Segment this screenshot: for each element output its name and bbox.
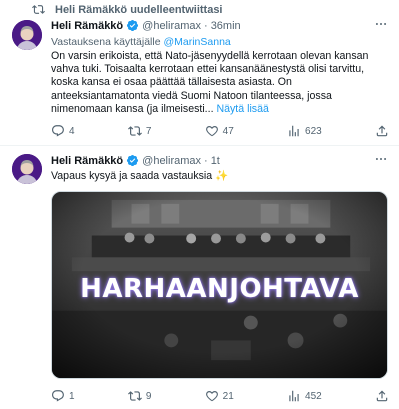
more-horizontal-icon — [375, 23, 387, 25]
reply-mention-link[interactable]: @MarinSanna — [163, 36, 230, 48]
share-icon — [376, 390, 388, 402]
reply-count: 4 — [69, 125, 75, 137]
reply-button[interactable]: 4 — [51, 124, 75, 138]
avatar-image — [12, 154, 42, 184]
views-button[interactable]: 623 — [287, 124, 322, 138]
author-handle[interactable]: @heliramax — [142, 20, 201, 32]
retweet-count: 7 — [145, 125, 152, 137]
retweet-icon — [127, 391, 142, 401]
author-name[interactable]: Heli Rämäkkö — [51, 155, 123, 167]
tweet[interactable]: Heli Rämäkkö @heliramax · 1t Vapaus kysy… — [0, 146, 399, 409]
retweet-button[interactable]: 7 — [127, 124, 152, 138]
retweet-icon — [32, 5, 45, 14]
retweet-banner[interactable]: Heli Rämäkkö uudelleentwiittasi — [14, 3, 223, 16]
retweet-label: Heli Rämäkkö uudelleentwiittasi — [55, 3, 223, 16]
share-button[interactable] — [375, 389, 389, 403]
tweet[interactable]: Heli Rämäkkö uudelleentwiittasi Heli Räm… — [0, 0, 399, 146]
heart-icon — [205, 390, 218, 402]
separator-dot: · — [204, 154, 208, 167]
share-button[interactable] — [375, 124, 389, 138]
reply-count: 1 — [69, 390, 75, 402]
view-count: 623 — [305, 125, 322, 137]
reply-icon — [52, 125, 64, 137]
separator-dot: · — [204, 19, 208, 32]
heart-icon — [205, 125, 218, 137]
more-horizontal-icon — [375, 158, 387, 160]
avatar[interactable] — [12, 154, 42, 184]
author-handle[interactable]: @heliramax — [142, 155, 201, 167]
like-button[interactable]: 21 — [205, 389, 234, 403]
sparkles-emoji: ✨ — [215, 170, 229, 182]
author-name[interactable]: Heli Rämäkkö — [51, 20, 123, 32]
share-icon — [376, 125, 388, 137]
retweet-button[interactable]: 9 — [127, 389, 152, 403]
avatar[interactable] — [12, 20, 42, 50]
like-count: 47 — [222, 125, 234, 137]
views-button[interactable]: 452 — [287, 389, 322, 403]
verified-badge-icon — [127, 19, 139, 32]
tweet-header: Heli Rämäkkö @heliramax · 36min — [51, 19, 389, 32]
avatar-image — [12, 20, 42, 50]
more-options-button[interactable] — [373, 152, 389, 166]
tweet-text: On varsin erikoista, että Nato-jäsenyyde… — [51, 50, 389, 116]
tweet-text: Vapaus kysyä ja saada vastauksia ✨ — [51, 170, 389, 183]
reply-prefix: Vastauksena käyttäjälle — [51, 36, 161, 48]
reply-icon — [52, 390, 64, 402]
retweet-count: 9 — [145, 390, 152, 402]
tweet-actions: 4 7 47 623 — [51, 124, 389, 138]
tweet-header: Heli Rämäkkö @heliramax · 1t — [51, 154, 389, 167]
like-count: 21 — [222, 390, 234, 402]
like-button[interactable]: 47 — [205, 124, 234, 138]
view-count: 452 — [305, 390, 322, 402]
tweet-body: Vapaus kysyä ja saada vastauksia — [51, 170, 213, 182]
retweet-icon — [127, 126, 142, 136]
views-chart-icon — [289, 125, 299, 137]
reply-context: Vastauksena käyttäjälle @MarinSanna — [51, 36, 231, 48]
timestamp[interactable]: 1t — [211, 155, 220, 167]
more-options-button[interactable] — [373, 17, 389, 31]
tweet-video[interactable]: HARHAANJOHTAVA — [51, 191, 388, 379]
tweet-body: On varsin erikoista, että Nato-jäsenyyde… — [51, 50, 369, 115]
verified-badge-icon — [127, 154, 139, 167]
views-chart-icon — [289, 390, 299, 402]
tweet-actions: 1 9 21 452 — [51, 389, 389, 403]
reply-button[interactable]: 1 — [51, 389, 75, 403]
show-more-link[interactable]: Näytä lisää — [216, 103, 268, 115]
timestamp[interactable]: 36min — [211, 20, 241, 32]
video-overlay-caption: HARHAANJOHTAVA — [80, 274, 359, 304]
